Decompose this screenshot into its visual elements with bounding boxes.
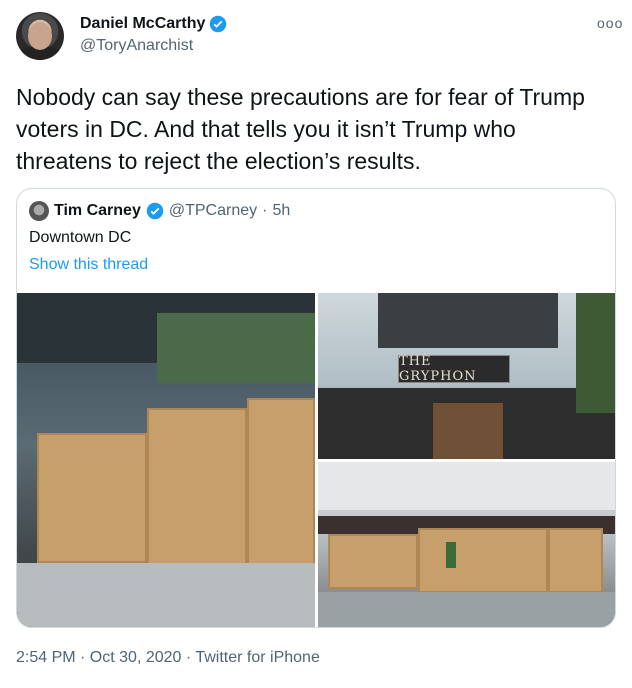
more-options-icon[interactable]: ooo: [597, 15, 623, 31]
plywood-panel: [548, 528, 603, 593]
photo-boarded-rotunda[interactable]: [318, 462, 615, 627]
quoted-time[interactable]: 5h: [272, 202, 290, 220]
tree-foliage: [576, 293, 615, 413]
plywood-door: [433, 403, 503, 459]
sidewalk: [17, 563, 315, 627]
facade-windows: [378, 293, 558, 348]
author-handle[interactable]: @ToryAnarchist: [80, 37, 193, 55]
quoted-handle[interactable]: @TPCarney: [169, 202, 257, 220]
quoted-header: Tim Carney @TPCarney · 5h: [29, 201, 290, 221]
verified-badge-icon: [210, 15, 227, 33]
photo-boarded-storefront[interactable]: [17, 293, 315, 627]
quoted-tweet[interactable]: Tim Carney @TPCarney · 5h Downtown DC Sh…: [16, 188, 616, 628]
quoted-verified-badge-icon: [146, 202, 164, 220]
photo-gryphon-building[interactable]: THE GRYPHON: [318, 293, 615, 459]
gryphon-sign: THE GRYPHON: [398, 354, 510, 384]
avatar-face: [28, 22, 52, 50]
quoted-text: Downtown DC: [29, 229, 132, 246]
author-name-row[interactable]: Daniel McCarthy: [80, 15, 227, 33]
plywood-panel: [418, 528, 548, 593]
window-reflection: [157, 313, 315, 383]
tweet-text: Nobody can say these precautions are for…: [16, 84, 585, 174]
author-avatar[interactable]: [16, 12, 64, 60]
quoted-separator: ·: [262, 202, 268, 219]
green-patch: [446, 542, 456, 568]
plywood-panel: [147, 408, 247, 583]
plywood-panel: [328, 534, 418, 589]
quoted-avatar[interactable]: [29, 201, 49, 221]
sidewalk: [318, 592, 615, 627]
show-thread-link[interactable]: Show this thread: [29, 256, 148, 274]
plywood-panel: [37, 433, 147, 563]
quoted-name[interactable]: Tim Carney: [54, 202, 141, 220]
author-name[interactable]: Daniel McCarthy: [80, 15, 205, 33]
canopy: [318, 462, 615, 516]
tweet-timestamp[interactable]: 2:54 PM · Oct 30, 2020 · Twitter for iPh…: [16, 649, 320, 667]
media-grid: THE GRYPHON: [17, 293, 615, 627]
